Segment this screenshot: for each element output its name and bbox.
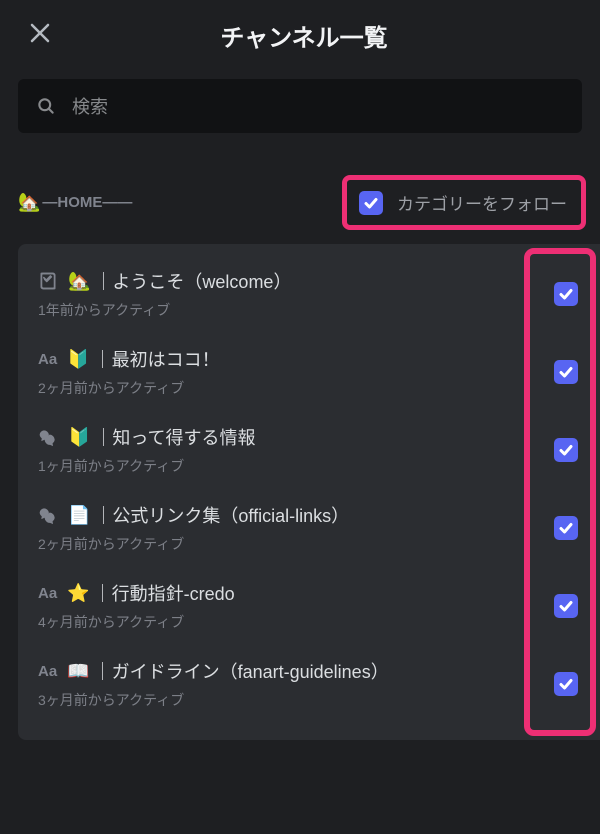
search-container: 検索	[0, 71, 600, 145]
channel-emoji: ⭐	[67, 583, 89, 604]
category-row: 🏡 —HOME—— カテゴリーをフォロー	[0, 145, 600, 244]
channel-meta: 4ヶ月前からアクティブ	[38, 612, 544, 632]
channel-emoji: 🔰	[68, 427, 90, 448]
channel-name: Aa ⭐ ｜行動指針-credo	[38, 580, 544, 606]
channel-emoji: 🔰	[67, 349, 89, 370]
forum-channel-icon	[38, 505, 58, 525]
header: チャンネル一覧	[0, 0, 600, 71]
forum-channel-icon	[38, 427, 58, 447]
channel-name-text: ｜最初はココ！	[94, 346, 220, 372]
text-channel-icon: Aa	[38, 585, 57, 602]
page-title: チャンネル一覧	[28, 18, 580, 53]
channel-list: 🏡 ｜ようこそ（welcome） 1年前からアクティブ Aa 🔰 ｜最初はココ！…	[18, 244, 600, 740]
channel-name: 🔰 ｜知って得する情報	[38, 424, 544, 450]
channel-info: 📄 ｜公式リンク集（official-links） 2ヶ月前からアクティブ	[38, 502, 544, 554]
channel-checkbox[interactable]	[554, 672, 578, 696]
text-channel-icon: Aa	[38, 351, 57, 368]
house-icon: 🏡	[18, 192, 40, 213]
search-input[interactable]: 検索	[18, 79, 582, 133]
channel-name-text: ｜知って得する情報	[94, 424, 255, 450]
search-icon	[36, 96, 56, 116]
channel-meta: 2ヶ月前からアクティブ	[38, 378, 544, 398]
channel-emoji: 🏡	[68, 271, 90, 292]
follow-category-toggle[interactable]: カテゴリーをフォロー	[342, 175, 586, 230]
channel-name-text: ｜ようこそ（welcome）	[94, 268, 291, 294]
channel-item[interactable]: 🏡 ｜ようこそ（welcome） 1年前からアクティブ	[30, 254, 600, 332]
channel-info: Aa 📖 ｜ガイドライン（fanart-guidelines） 3ヶ月前からアク…	[38, 658, 544, 710]
channel-meta: 3ヶ月前からアクティブ	[38, 690, 544, 710]
channel-checkbox[interactable]	[554, 360, 578, 384]
channel-item[interactable]: Aa 📖 ｜ガイドライン（fanart-guidelines） 3ヶ月前からアク…	[30, 644, 600, 722]
channel-emoji: 📄	[68, 505, 90, 526]
channel-name-text: ｜ガイドライン（fanart-guidelines）	[94, 658, 389, 684]
channel-name: 🏡 ｜ようこそ（welcome）	[38, 268, 544, 294]
channel-name: Aa 🔰 ｜最初はココ！	[38, 346, 544, 372]
channel-checkbox[interactable]	[554, 438, 578, 462]
channel-info: 🏡 ｜ようこそ（welcome） 1年前からアクティブ	[38, 268, 544, 320]
text-channel-icon: Aa	[38, 663, 57, 680]
channel-meta: 1年前からアクティブ	[38, 300, 544, 320]
channel-name: Aa 📖 ｜ガイドライン（fanart-guidelines）	[38, 658, 544, 684]
rules-channel-icon	[38, 271, 58, 291]
channel-item[interactable]: 🔰 ｜知って得する情報 1ヶ月前からアクティブ	[30, 410, 600, 488]
close-icon[interactable]	[28, 21, 52, 50]
channel-info: 🔰 ｜知って得する情報 1ヶ月前からアクティブ	[38, 424, 544, 476]
channel-info: Aa 🔰 ｜最初はココ！ 2ヶ月前からアクティブ	[38, 346, 544, 398]
follow-label: カテゴリーをフォロー	[397, 190, 567, 215]
channel-name-text: ｜公式リンク集（official-links）	[94, 502, 349, 528]
channel-checkbox[interactable]	[554, 594, 578, 618]
channel-info: Aa ⭐ ｜行動指針-credo 4ヶ月前からアクティブ	[38, 580, 544, 632]
search-placeholder: 検索	[72, 93, 108, 119]
channel-name: 📄 ｜公式リンク集（official-links）	[38, 502, 544, 528]
channel-emoji: 📖	[67, 661, 89, 682]
category-label: 🏡 —HOME——	[18, 192, 132, 213]
channel-item[interactable]: Aa ⭐ ｜行動指針-credo 4ヶ月前からアクティブ	[30, 566, 600, 644]
channel-item[interactable]: 📄 ｜公式リンク集（official-links） 2ヶ月前からアクティブ	[30, 488, 600, 566]
channel-name-text: ｜行動指針-credo	[94, 580, 235, 606]
channel-meta: 2ヶ月前からアクティブ	[38, 534, 544, 554]
follow-checkbox[interactable]	[359, 191, 383, 215]
channel-meta: 1ヶ月前からアクティブ	[38, 456, 544, 476]
channel-item[interactable]: Aa 🔰 ｜最初はココ！ 2ヶ月前からアクティブ	[30, 332, 600, 410]
channel-checkbox[interactable]	[554, 516, 578, 540]
channel-checkbox[interactable]	[554, 282, 578, 306]
